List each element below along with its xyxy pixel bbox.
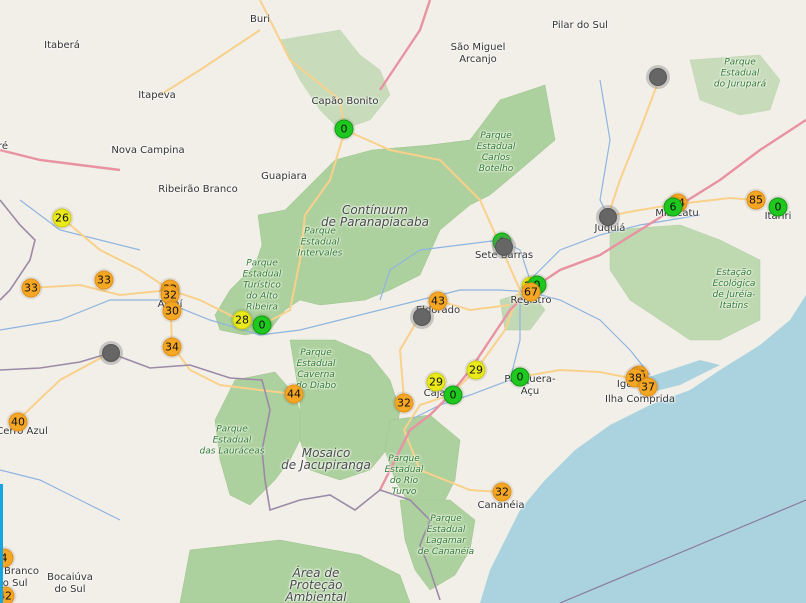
place-label: Ilha Comprida — [605, 394, 675, 405]
place-label: ré — [0, 141, 9, 152]
station-marker-orange[interactable]: 37 — [638, 377, 658, 397]
park-label: Parque Estadual Caverna do Diabo — [295, 348, 337, 391]
station-marker-gray[interactable] — [413, 308, 431, 326]
station-marker-green[interactable]: 0 — [443, 385, 463, 405]
place-label: Ribeirão Branco — [158, 184, 238, 195]
place-label: Guapiara — [261, 171, 307, 182]
region-label: Contínuum de Paranapiacaba — [321, 203, 429, 229]
station-marker-gray[interactable] — [495, 238, 513, 256]
station-marker-green[interactable]: 6 — [663, 197, 683, 217]
station-marker-orange[interactable]: 33 — [94, 270, 114, 290]
place-label: Itapeva — [138, 90, 176, 101]
station-marker-gray[interactable] — [599, 208, 617, 226]
station-marker-green[interactable]: 0 — [334, 119, 354, 139]
station-marker-orange[interactable]: 43 — [428, 291, 448, 311]
station-marker-yellow[interactable]: 29 — [466, 360, 486, 380]
place-label: Cananéia — [477, 500, 525, 511]
station-marker-orange[interactable]: 33 — [21, 278, 41, 298]
park-label: Parque Estadual do Rio Turvo — [384, 454, 424, 497]
place-label: Buri — [249, 14, 271, 25]
station-marker-orange[interactable]: 40 — [8, 412, 28, 432]
station-marker-orange[interactable]: 30 — [162, 301, 182, 321]
place-label: São Miguel Arcanjo — [450, 42, 506, 65]
station-marker-gray[interactable] — [649, 68, 667, 86]
station-marker-orange[interactable]: 32 — [492, 482, 512, 502]
station-marker-green[interactable]: 0 — [510, 367, 530, 387]
park-label: Parque Estadual Carlos Botelho — [476, 131, 516, 174]
station-marker-green[interactable]: 0 — [252, 315, 272, 335]
station-marker-green[interactable]: 0 — [768, 197, 788, 217]
park-label: Parque Estadual do Jurupará — [713, 57, 767, 90]
place-label: Capão Bonito — [311, 96, 379, 107]
station-marker-gray[interactable] — [102, 344, 120, 362]
station-marker-yellow[interactable]: 28 — [232, 310, 252, 330]
station-marker-orange[interactable]: 85 — [746, 190, 766, 210]
station-marker-orange[interactable]: 34 — [162, 337, 182, 357]
station-marker-yellow[interactable]: 26 — [52, 208, 72, 228]
station-marker-orange[interactable]: 67 — [521, 282, 541, 302]
region-label: Mosaico de Jacupiranga — [281, 446, 371, 472]
left-edge-bar — [0, 484, 3, 603]
park-label: Parque Estadual Lagamar de Cananéia — [417, 514, 475, 557]
region-label: Área de Proteção Ambiental — [285, 566, 347, 603]
place-label: Nova Campina — [111, 145, 185, 156]
station-marker-orange[interactable]: 44 — [284, 384, 304, 404]
map-view[interactable]: Buri Itaberá São Miguel Arcanjo Pilar do Sul… — [0, 0, 806, 603]
station-marker-yellow[interactable]: 29 — [426, 372, 446, 392]
basemap — [0, 0, 806, 603]
place-label: Bocaiúva do Sul — [47, 572, 93, 595]
park-label: Parque Estadual Intervales — [297, 226, 343, 259]
place-label: Itaberá — [44, 40, 80, 51]
park-label: Parque Estadual Turístico do Alto Ribeira — [242, 258, 282, 313]
park-label: Estação Ecológica de Juréia- Itatins — [712, 268, 756, 311]
place-label: Pilar do Sul — [552, 20, 608, 31]
station-marker-orange[interactable]: 32 — [394, 393, 414, 413]
park-label: Parque Estadual das Lauráceas — [199, 424, 265, 457]
